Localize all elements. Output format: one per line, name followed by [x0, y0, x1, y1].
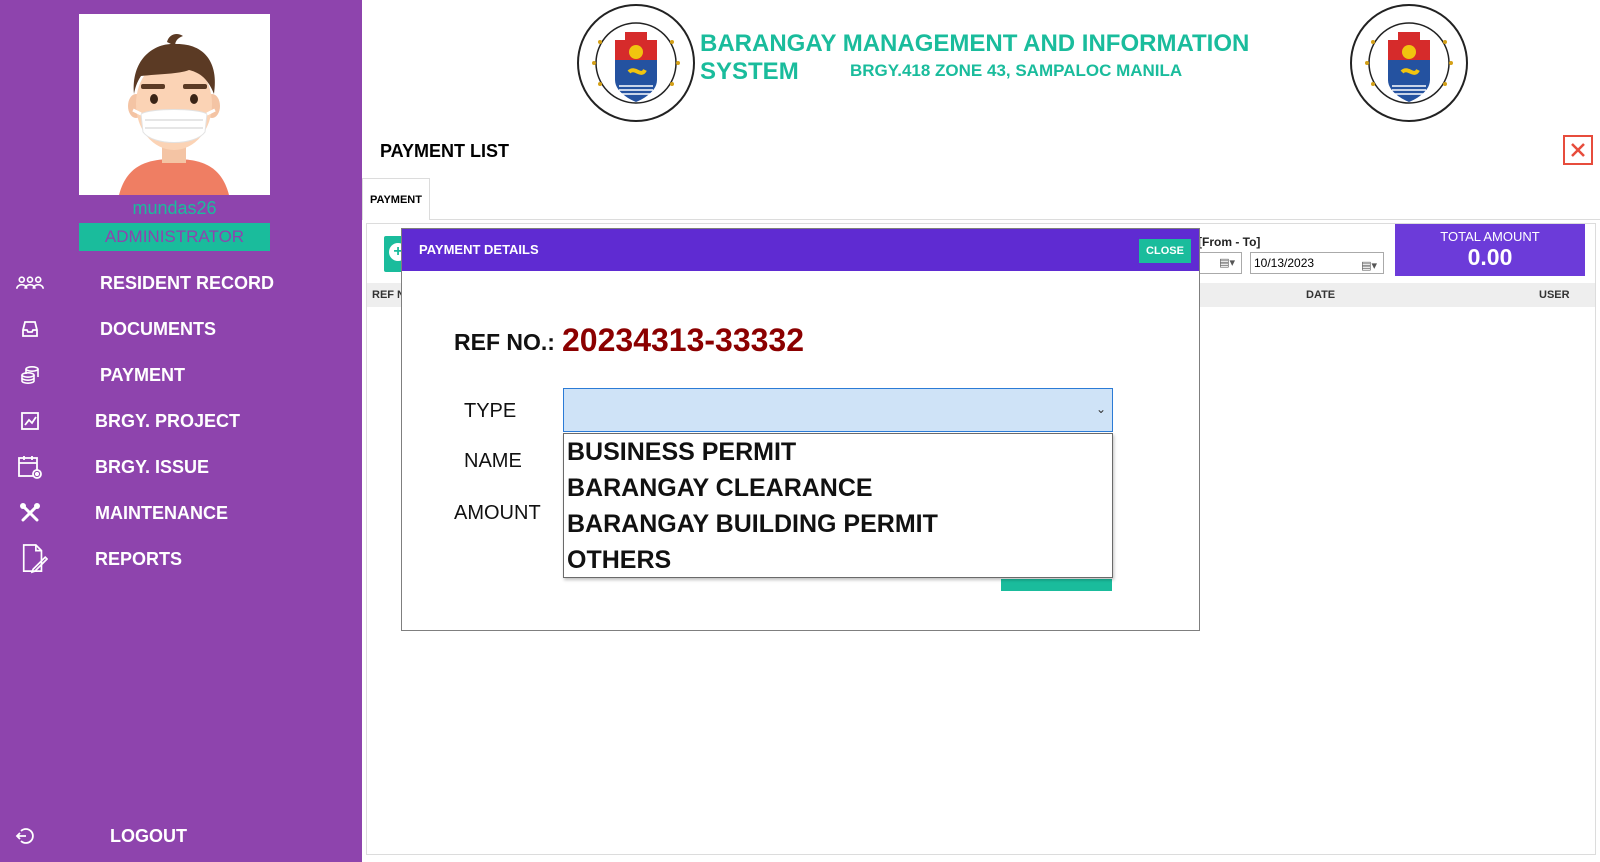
edit-document-icon: [20, 544, 48, 574]
coins-icon: [16, 361, 44, 389]
date-to-value: 10/13/2023: [1254, 256, 1315, 270]
sidebar: mundas26 ADMINISTRATOR RESIDENT RECORD D…: [0, 0, 362, 862]
modal-title: PAYMENT DETAILS: [419, 242, 539, 257]
total-amount-label: TOTAL AMOUNT: [1440, 229, 1540, 244]
modal-close-button[interactable]: CLOSE: [1139, 239, 1191, 263]
nav-label: DOCUMENTS: [100, 318, 216, 339]
calendar-icon: ▤▾: [1219, 257, 1235, 269]
name-label: NAME: [464, 450, 522, 472]
date-from-picker[interactable]: ▤▾: [1196, 252, 1242, 274]
system-subtitle: BRGY.418 ZONE 43, SAMPALOC MANILA: [850, 61, 1183, 80]
nav-label: BRGY. ISSUE: [95, 456, 210, 477]
date-to-picker[interactable]: 10/13/2023 ▤▾: [1250, 252, 1384, 274]
nav-label: PAYMENT: [100, 364, 186, 385]
column-date: DATE: [1306, 289, 1336, 301]
avatar-image: [119, 34, 229, 195]
users-icon: [16, 269, 44, 297]
calendar-icon: ▤▾: [1361, 260, 1377, 272]
calendar-gear-icon: [16, 453, 44, 481]
nav-logout[interactable]: LOGOUT: [0, 816, 362, 856]
tab-strip: [362, 219, 1600, 220]
date-range-label: [From - To]: [1198, 235, 1261, 249]
nav-payment[interactable]: PAYMENT: [0, 355, 362, 395]
nav-maintenance[interactable]: MAINTENANCE: [0, 493, 362, 533]
payment-details-modal: PAYMENT DETAILS CLOSE REF NO.: 20234313-…: [401, 228, 1200, 631]
page-title: PAYMENT LIST: [380, 141, 510, 161]
nav-reports[interactable]: REPORTS: [0, 539, 362, 579]
close-icon: [1571, 143, 1585, 157]
total-amount-value: 0.00: [1467, 244, 1513, 270]
chart-icon: [16, 407, 44, 435]
username: mundas26: [132, 198, 217, 218]
type-dropdown-list: BUSINESS PERMIT BARANGAY CLEARANCE BARAN…: [563, 433, 1113, 578]
amount-label: AMOUNT: [454, 502, 541, 524]
column-user: USER: [1539, 289, 1570, 301]
save-button[interactable]: [1001, 579, 1112, 591]
nav-label: BRGY. PROJECT: [95, 410, 241, 431]
nav-documents[interactable]: DOCUMENTS: [0, 309, 362, 349]
type-option-others[interactable]: OTHERS: [564, 542, 1112, 578]
nav-brgy-issue[interactable]: BRGY. ISSUE: [0, 447, 362, 487]
nav-label: REPORTS: [95, 548, 183, 569]
nav-brgy-project[interactable]: BRGY. PROJECT: [0, 401, 362, 441]
chevron-down-icon: ⌄: [1095, 402, 1106, 416]
seal-logo-right: [1350, 4, 1468, 122]
nav-label: MAINTENANCE: [95, 502, 228, 523]
ref-label: REF NO.:: [454, 329, 555, 355]
type-option-business-permit[interactable]: BUSINESS PERMIT: [564, 434, 1112, 470]
type-select[interactable]: ⌄: [563, 388, 1113, 432]
ref-value: 20234313-33332: [562, 322, 805, 358]
tools-icon: [16, 499, 44, 527]
type-label: TYPE: [464, 400, 517, 422]
logout-icon: [12, 822, 40, 850]
close-page-button[interactable]: [1563, 135, 1593, 165]
inbox-icon: [16, 315, 44, 343]
tab-payment[interactable]: PAYMENT: [362, 178, 430, 220]
type-option-barangay-clearance[interactable]: BARANGAY CLEARANCE: [564, 470, 1112, 506]
type-option-building-permit[interactable]: BARANGAY BUILDING PERMIT: [564, 506, 1112, 542]
nav-resident-record[interactable]: RESIDENT RECORD: [0, 263, 362, 303]
nav-label: LOGOUT: [110, 825, 187, 846]
nav-label: RESIDENT RECORD: [100, 272, 275, 293]
total-amount-box: TOTAL AMOUNT 0.00: [1395, 224, 1585, 276]
modal-header: PAYMENT DETAILS CLOSE: [402, 229, 1199, 271]
role-badge: ADMINISTRATOR: [79, 223, 270, 251]
avatar: [79, 14, 270, 195]
seal-logo-left: [577, 4, 695, 122]
